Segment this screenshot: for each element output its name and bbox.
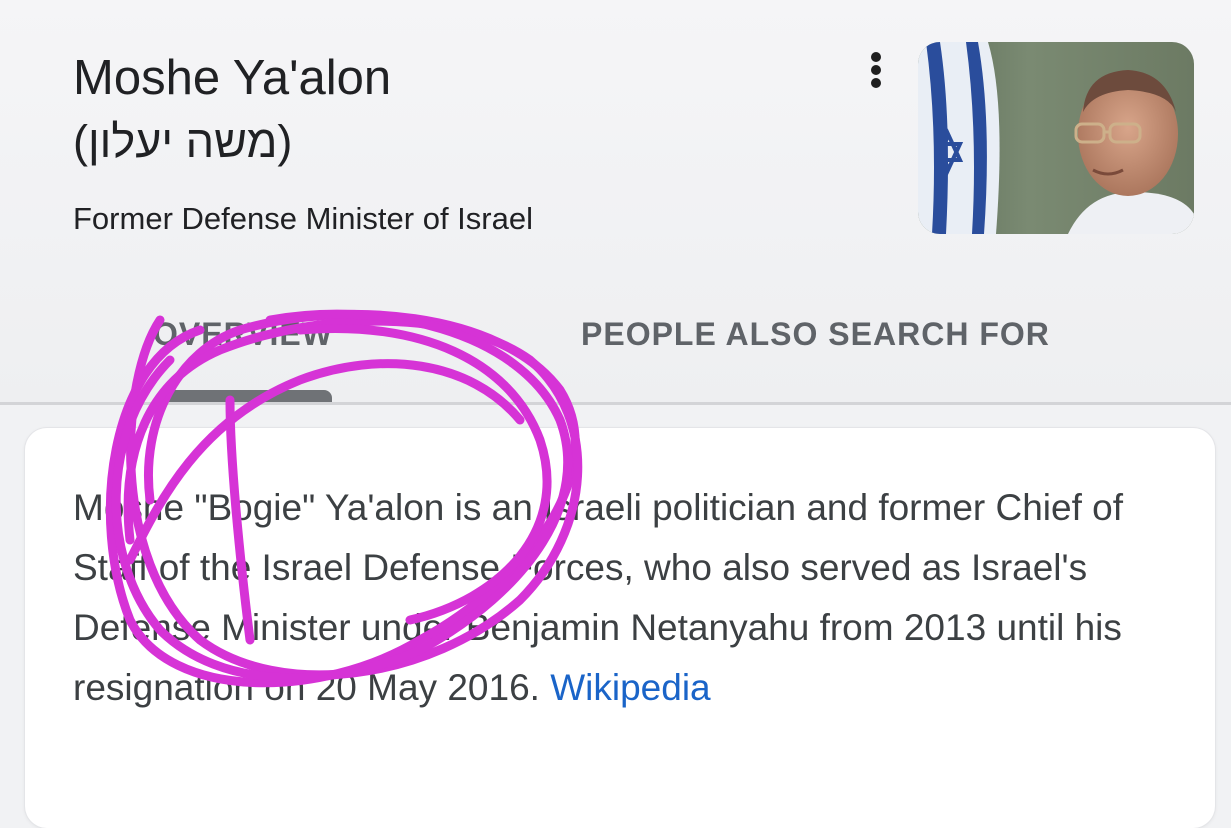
more-vert-icon (871, 52, 881, 62)
tab-overview[interactable]: OVERVIEW (153, 316, 333, 353)
tab-people-also-search-for[interactable]: PEOPLE ALSO SEARCH FOR (581, 316, 1050, 353)
wikipedia-link[interactable]: Wikipedia (550, 667, 710, 708)
entity-photo[interactable] (918, 42, 1194, 234)
entity-subtitle: Former Defense Minister of Israel (73, 201, 533, 236)
overview-description: Moshe "Bogie" Ya'alon is an Israeli poli… (73, 478, 1153, 718)
header-divider (0, 402, 1231, 405)
portrait-image (918, 42, 1194, 234)
more-options-button[interactable] (854, 44, 898, 96)
entity-title: Moshe Ya'alon (73, 51, 392, 105)
entity-native-name: (משה יעלון) (73, 116, 293, 167)
